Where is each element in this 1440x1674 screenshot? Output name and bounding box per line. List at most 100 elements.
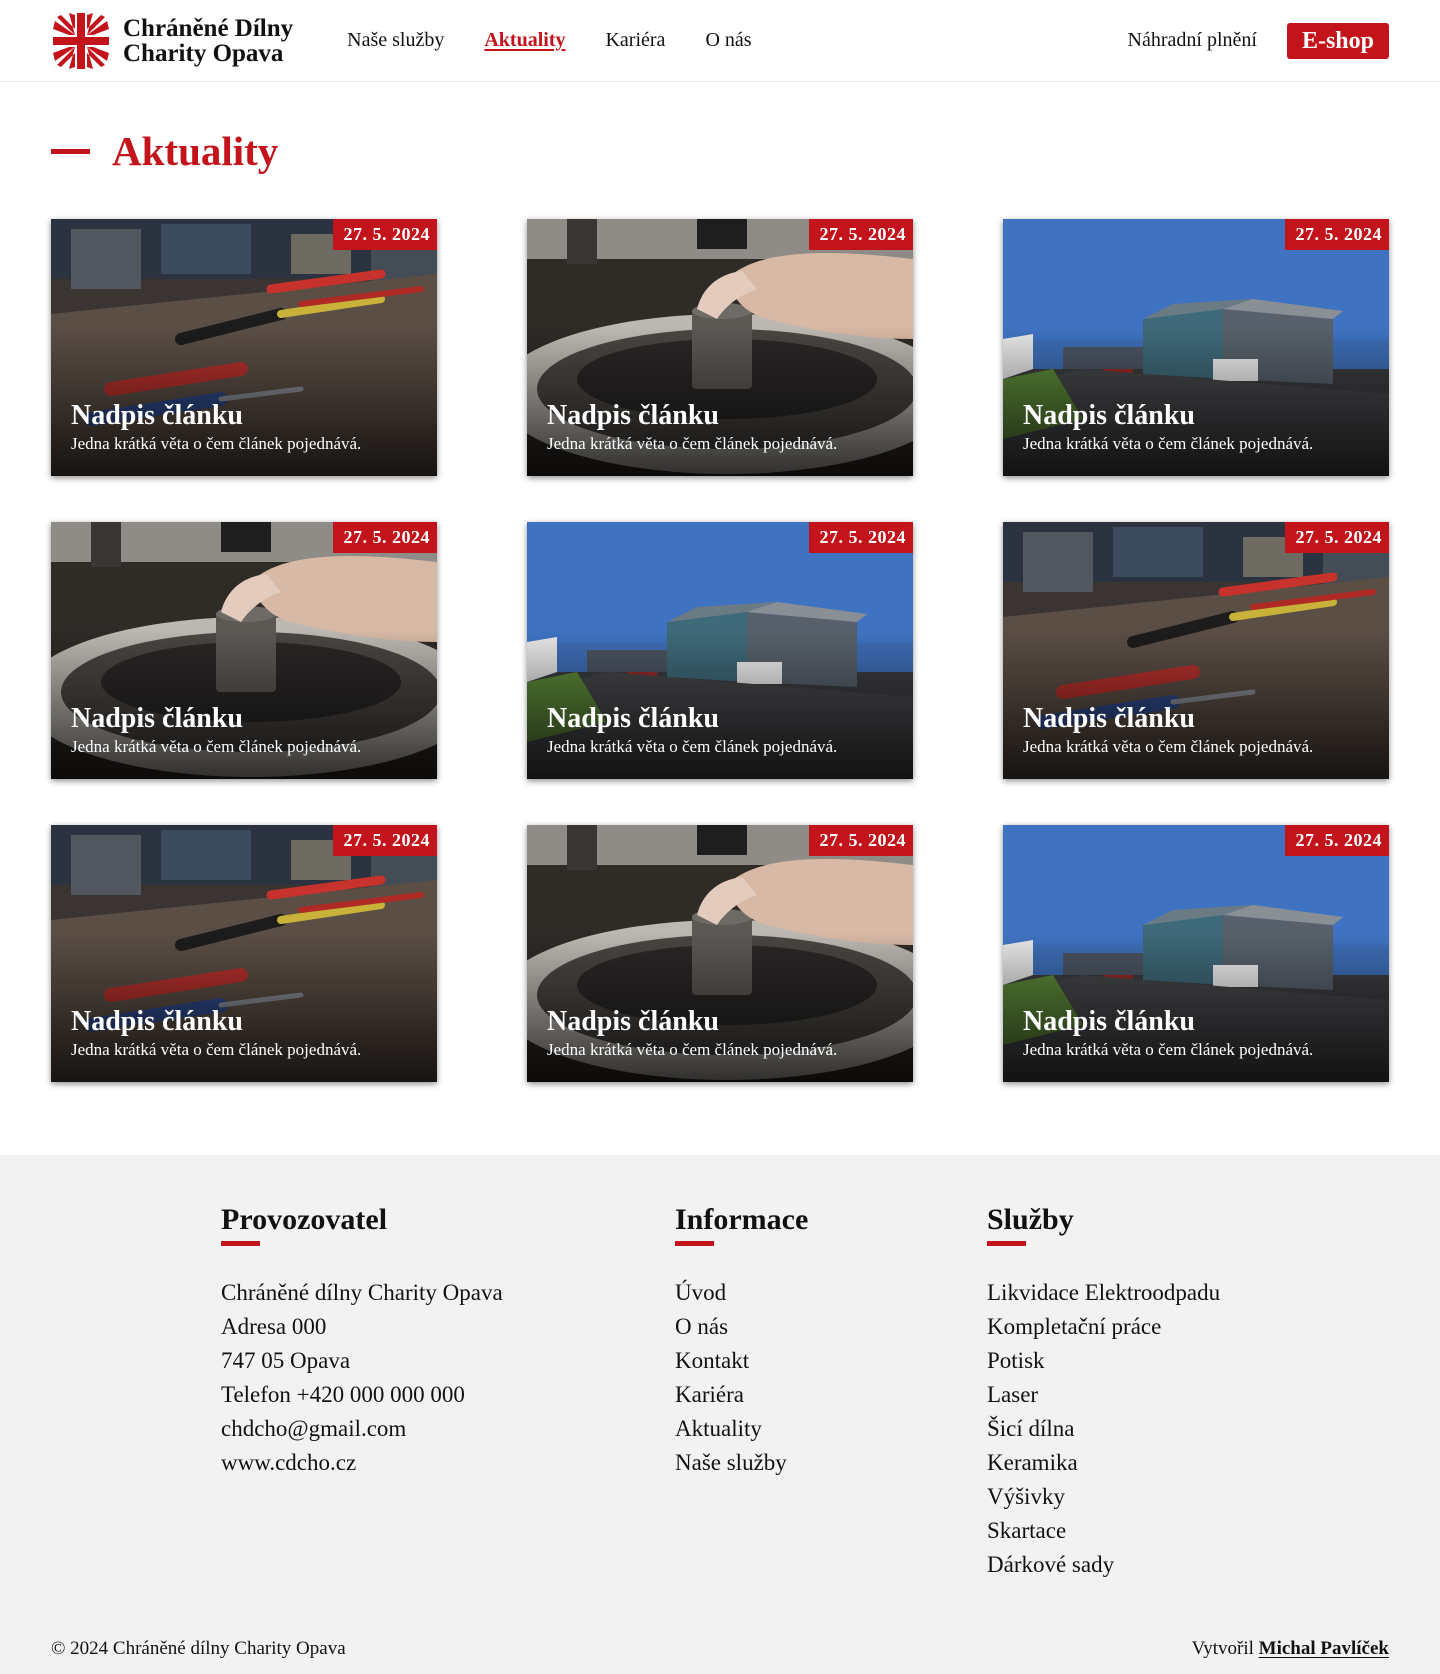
article-caption: Nadpis článku Jedna krátká věta o čem čl… [1023, 703, 1313, 757]
service-link-assembly[interactable]: Kompletační práce [987, 1310, 1220, 1344]
nav-item-career[interactable]: Kariéra [605, 29, 665, 52]
article-caption: Nadpis článku Jedna krátká věta o čem čl… [71, 400, 361, 454]
charity-cross-logo-icon [53, 12, 109, 69]
service-link-gift-sets[interactable]: Dárkové sady [987, 1548, 1220, 1582]
article-caption: Nadpis článku Jedna krátká věta o čem čl… [1023, 400, 1313, 454]
footer-columns: Provozovatel Chráněné dílny Charity Opav… [51, 1203, 1389, 1613]
article-description: Jedna krátká věta o čem článek pojednává… [71, 1040, 362, 1059]
article-caption: Nadpis článku Jedna krátká věta o čem čl… [547, 1006, 837, 1060]
credit: Vytvořil Michal Pavlíček [1192, 1638, 1389, 1660]
footer-bottom-bar: © 2024 Chráněné dílny Charity Opava Vytv… [51, 1638, 1389, 1660]
service-link-ceramics[interactable]: Keramika [987, 1446, 1220, 1480]
service-link-embroidery[interactable]: Výšivky [987, 1480, 1220, 1514]
footer-heading-accent-bar [675, 1241, 714, 1246]
operator-email[interactable]: chdcho@gmail.com [221, 1412, 503, 1446]
footer-services-list: Likvidace Elektroodpadu Kompletační prác… [987, 1276, 1220, 1582]
footer-services-column: Služby Likvidace Elektroodpadu Kompletač… [987, 1203, 1220, 1582]
article-date-badge: 27. 5. 2024 [332, 522, 437, 553]
service-link-laser[interactable]: Laser [987, 1378, 1220, 1412]
footer-operator-column: Provozovatel Chráněné dílny Charity Opav… [221, 1203, 503, 1480]
eshop-button[interactable]: E-shop [1286, 22, 1389, 59]
footer-heading-accent-bar [987, 1241, 1026, 1246]
article-title: Nadpis článku [71, 1006, 243, 1037]
footer-info-list: Úvod O nás Kontakt Kariéra Aktuality Naš… [675, 1276, 808, 1480]
footer-operator-heading: Provozovatel [221, 1203, 388, 1236]
article-card[interactable]: 27. 5. 2024 Nadpis článku Jedna krátká v… [527, 825, 913, 1082]
main-nav: Naše služby Aktuality Kariéra O nás [347, 29, 791, 52]
service-link-sewing[interactable]: Šicí dílna [987, 1412, 1220, 1446]
operator-address: Adresa 000 [221, 1314, 327, 1339]
article-title: Nadpis článku [71, 703, 243, 734]
article-title: Nadpis článku [1023, 703, 1195, 734]
footer-link-home[interactable]: Úvod [675, 1276, 808, 1310]
article-description: Jedna krátká věta o čem článek pojednává… [547, 434, 838, 453]
article-description: Jedna krátká věta o čem článek pojednává… [71, 434, 362, 453]
operator-name: Chráněné dílny Charity Opava [221, 1280, 503, 1305]
article-caption: Nadpis článku Jedna krátká věta o čem čl… [547, 400, 837, 454]
article-description: Jedna krátká věta o čem článek pojednává… [1023, 737, 1314, 756]
article-title: Nadpis článku [1023, 1006, 1195, 1037]
article-card[interactable]: 27. 5. 2024 Nadpis článku Jedna krátká v… [527, 522, 913, 779]
footer-link-news[interactable]: Aktuality [675, 1412, 808, 1446]
service-link-printing[interactable]: Potisk [987, 1344, 1220, 1378]
article-description: Jedna krátká věta o čem článek pojednává… [547, 737, 838, 756]
article-date-badge: 27. 5. 2024 [808, 219, 913, 250]
article-card[interactable]: 27. 5. 2024 Nadpis článku Jedna krátká v… [527, 219, 913, 476]
page-title: Aktuality [112, 128, 279, 174]
nav-item-news[interactable]: Aktuality [484, 29, 565, 52]
footer-link-services[interactable]: Naše služby [675, 1446, 808, 1480]
service-link-ewaste[interactable]: Likvidace Elektroodpadu [987, 1276, 1220, 1310]
operator-website[interactable]: www.cdcho.cz [221, 1446, 503, 1480]
operator-city: 747 05 Opava [221, 1348, 351, 1373]
article-card[interactable]: 27. 5. 2024 Nadpis článku Jedna krátká v… [1003, 522, 1389, 779]
article-date-badge: 27. 5. 2024 [808, 825, 913, 856]
article-description: Jedna krátká věta o čem článek pojednává… [547, 1040, 838, 1059]
article-description: Jedna krátká věta o čem článek pojednává… [1023, 434, 1314, 453]
logo-link[interactable]: Chráněné Dílny Charity Opava [51, 11, 293, 71]
article-card[interactable]: 27. 5. 2024 Nadpis článku Jedna krátká v… [51, 219, 437, 476]
article-date-badge: 27. 5. 2024 [332, 825, 437, 856]
footer-info-heading: Informace [675, 1203, 809, 1236]
site-header: Chráněné Dílny Charity Opava Naše služby… [0, 0, 1440, 82]
footer-heading-accent-bar [221, 1241, 260, 1246]
article-title: Nadpis článku [71, 400, 243, 431]
articles-grid: 27. 5. 2024 Nadpis článku Jedna krátká v… [51, 219, 1389, 1082]
author-link[interactable]: Michal Pavlíček [1259, 1638, 1389, 1659]
replacement-fulfillment-link[interactable]: Náhradní plnění [1128, 29, 1257, 52]
news-section: Aktuality 27. 5. 2024 Nadpis článku Jedn… [0, 82, 1440, 1155]
article-title: Nadpis článku [1023, 400, 1195, 431]
article-card[interactable]: 27. 5. 2024 Nadpis článku Jedna krátká v… [1003, 825, 1389, 1082]
article-card[interactable]: 27. 5. 2024 Nadpis článku Jedna krátká v… [51, 825, 437, 1082]
footer-info-column: Informace Úvod O nás Kontakt Kariéra Akt… [675, 1203, 808, 1480]
article-date-badge: 27. 5. 2024 [332, 219, 437, 250]
article-title: Nadpis článku [547, 400, 719, 431]
article-date-badge: 27. 5. 2024 [1284, 522, 1389, 553]
credit-prefix: Vytvořil [1191, 1638, 1254, 1659]
footer-services-heading: Služby [987, 1203, 1074, 1236]
article-date-badge: 27. 5. 2024 [808, 522, 913, 553]
article-caption: Nadpis článku Jedna krátká věta o čem čl… [1023, 1006, 1313, 1060]
article-caption: Nadpis článku Jedna krátká věta o čem čl… [547, 703, 837, 757]
article-card[interactable]: 27. 5. 2024 Nadpis článku Jedna krátká v… [51, 522, 437, 779]
operator-phone[interactable]: Telefon +420 000 000 000 [221, 1378, 503, 1412]
heading-accent-bar [51, 148, 90, 154]
service-link-shredding[interactable]: Skartace [987, 1514, 1220, 1548]
page-heading: Aktuality [51, 127, 1389, 175]
article-caption: Nadpis článku Jedna krátká věta o čem čl… [71, 1006, 361, 1060]
footer-link-career[interactable]: Kariéra [675, 1378, 808, 1412]
logo-line-1: Chráněné Dílny [123, 14, 294, 42]
article-card[interactable]: 27. 5. 2024 Nadpis článku Jedna krátká v… [1003, 219, 1389, 476]
article-caption: Nadpis článku Jedna krátká věta o čem čl… [71, 703, 361, 757]
nav-item-about[interactable]: O nás [705, 29, 751, 52]
article-description: Jedna krátká věta o čem článek pojednává… [71, 737, 362, 756]
article-title: Nadpis článku [547, 703, 719, 734]
header-actions: Náhradní plnění E-shop [1128, 22, 1389, 59]
article-title: Nadpis článku [547, 1006, 719, 1037]
nav-item-services[interactable]: Naše služby [347, 29, 444, 52]
footer-link-contact[interactable]: Kontakt [675, 1344, 808, 1378]
site-footer: Provozovatel Chráněné dílny Charity Opav… [0, 1155, 1440, 1674]
logo-line-2: Charity Opava [123, 39, 284, 67]
footer-link-about[interactable]: O nás [675, 1310, 808, 1344]
article-date-badge: 27. 5. 2024 [1284, 825, 1389, 856]
article-date-badge: 27. 5. 2024 [1284, 219, 1389, 250]
